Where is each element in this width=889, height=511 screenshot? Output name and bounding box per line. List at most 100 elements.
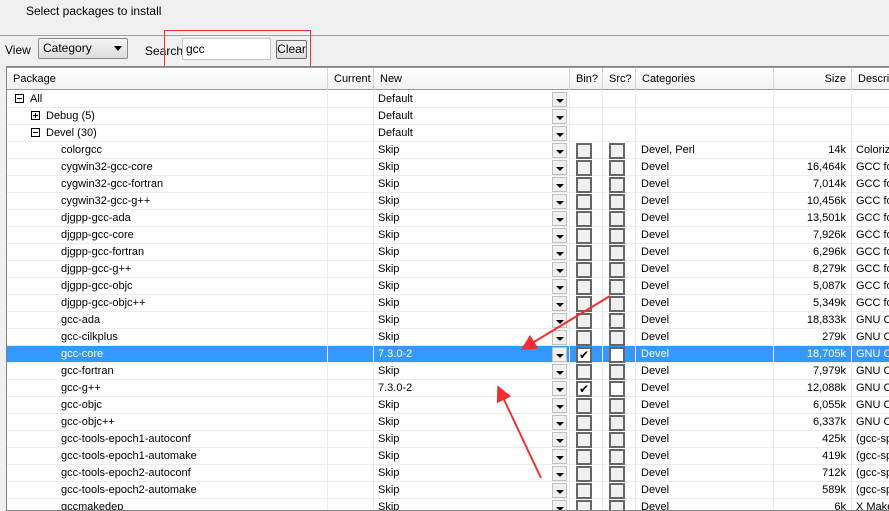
src-checkbox[interactable] [609,296,625,312]
new-select[interactable]: Skip [374,278,570,295]
bin-checkbox[interactable] [576,466,592,482]
dropdown-icon[interactable] [552,432,567,447]
dropdown-icon[interactable] [552,92,567,107]
new-select[interactable]: Default [374,91,570,108]
group-row[interactable]: Devel (30) Default [7,125,889,142]
dropdown-icon[interactable] [552,381,567,396]
new-select[interactable]: Skip [374,295,570,312]
src-checkbox[interactable] [609,466,625,482]
package-row[interactable]: djgpp-gcc-fortran Skip Devel 6,296k GCC … [7,244,889,261]
bin-checkbox[interactable] [576,177,592,193]
bin-checkbox[interactable] [576,483,592,499]
dropdown-icon[interactable] [552,126,567,141]
minus-expander-icon[interactable] [31,128,40,137]
new-select[interactable]: Skip [374,499,570,510]
src-checkbox[interactable] [609,483,625,499]
dropdown-icon[interactable] [552,415,567,430]
dropdown-icon[interactable] [552,347,567,362]
src-checkbox[interactable] [609,194,625,210]
col-new[interactable]: New [374,68,570,90]
new-select[interactable]: Default [374,108,570,125]
new-select[interactable]: Skip [374,227,570,244]
col-current[interactable]: Current [328,68,374,90]
group-row[interactable]: All Default [7,91,889,108]
bin-checkbox[interactable] [576,228,592,244]
new-select[interactable]: Skip [374,261,570,278]
bin-checkbox[interactable] [576,432,592,448]
package-row[interactable]: cygwin32-gcc-core Skip Devel 16,464k GCC… [7,159,889,176]
dropdown-icon[interactable] [552,364,567,379]
bin-checkbox[interactable] [576,211,592,227]
bin-checkbox[interactable] [576,330,592,346]
minus-expander-icon[interactable] [15,94,24,103]
new-select[interactable]: Skip [374,193,570,210]
dropdown-icon[interactable] [552,466,567,481]
new-select[interactable]: Skip [374,482,570,499]
package-row[interactable]: colorgcc Skip Devel, Perl 14k Colorize [7,142,889,159]
col-package[interactable]: Package [7,68,328,90]
bin-checkbox[interactable] [576,194,592,210]
new-select[interactable]: Skip [374,329,570,346]
src-checkbox[interactable] [609,160,625,176]
src-checkbox[interactable] [609,177,625,193]
src-checkbox[interactable] [609,381,625,397]
dropdown-icon[interactable] [552,483,567,498]
src-checkbox[interactable] [609,245,625,261]
new-select[interactable]: Skip [374,210,570,227]
dropdown-icon[interactable] [552,330,567,345]
src-checkbox[interactable] [609,432,625,448]
src-checkbox[interactable] [609,347,625,363]
new-select[interactable]: Skip [374,414,570,431]
bin-checkbox[interactable] [576,415,592,431]
new-select[interactable]: Skip [374,244,570,261]
bin-checkbox[interactable] [576,364,592,380]
bin-checkbox[interactable]: ✔ [576,381,592,397]
dropdown-icon[interactable] [552,279,567,294]
src-checkbox[interactable] [609,449,625,465]
new-select[interactable]: Skip [374,431,570,448]
new-select[interactable]: Skip [374,142,570,159]
src-checkbox[interactable] [609,364,625,380]
package-row[interactable]: cygwin32-gcc-g++ Skip Devel 10,456k GCC … [7,193,889,210]
dropdown-icon[interactable] [552,228,567,243]
group-row[interactable]: Debug (5) Default [7,108,889,125]
dropdown-icon[interactable] [552,245,567,260]
new-select[interactable]: 7.3.0-2 [374,346,570,363]
col-src[interactable]: Src? [603,68,636,90]
bin-checkbox[interactable] [576,296,592,312]
src-checkbox[interactable] [609,398,625,414]
package-row[interactable]: gccmakedep Skip Devel 6k X Make [7,499,889,510]
package-row[interactable]: gcc-g++ 7.3.0-2 ✔ Devel 12,088k GNU C [7,380,889,397]
new-select[interactable]: Skip [374,397,570,414]
package-row[interactable]: djgpp-gcc-objc Skip Devel 5,087k GCC fo [7,278,889,295]
package-row[interactable]: gcc-tools-epoch2-autoconf Skip Devel 712… [7,465,889,482]
package-row[interactable]: gcc-tools-epoch1-autoconf Skip Devel 425… [7,431,889,448]
dropdown-icon[interactable] [552,143,567,158]
package-row[interactable]: gcc-ada Skip Devel 18,833k GNU C [7,312,889,329]
col-size[interactable]: Size [774,68,852,90]
package-row[interactable]: cygwin32-gcc-fortran Skip Devel 7,014k G… [7,176,889,193]
src-checkbox[interactable] [609,262,625,278]
package-row[interactable]: gcc-objc Skip Devel 6,055k GNU C [7,397,889,414]
new-select[interactable]: Skip [374,312,570,329]
dropdown-icon[interactable] [552,262,567,277]
bin-checkbox[interactable]: ✔ [576,347,592,363]
new-select[interactable]: Default [374,125,570,142]
bin-checkbox[interactable] [576,313,592,329]
package-row[interactable]: gcc-fortran Skip Devel 7,979k GNU C [7,363,889,380]
bin-checkbox[interactable] [576,262,592,278]
bin-checkbox[interactable] [576,449,592,465]
bin-checkbox[interactable] [576,245,592,261]
new-select[interactable]: Skip [374,363,570,380]
package-row[interactable]: djgpp-gcc-g++ Skip Devel 8,279k GCC fo [7,261,889,278]
package-row[interactable]: djgpp-gcc-objc++ Skip Devel 5,349k GCC f… [7,295,889,312]
dropdown-icon[interactable] [552,500,567,510]
col-description[interactable]: Descrip [852,68,889,90]
new-select[interactable]: Skip [374,448,570,465]
bin-checkbox[interactable] [576,500,592,510]
src-checkbox[interactable] [609,313,625,329]
dropdown-icon[interactable] [552,296,567,311]
src-checkbox[interactable] [609,143,625,159]
plus-expander-icon[interactable] [31,111,40,120]
package-row[interactable]: gcc-tools-epoch1-automake Skip Devel 419… [7,448,889,465]
